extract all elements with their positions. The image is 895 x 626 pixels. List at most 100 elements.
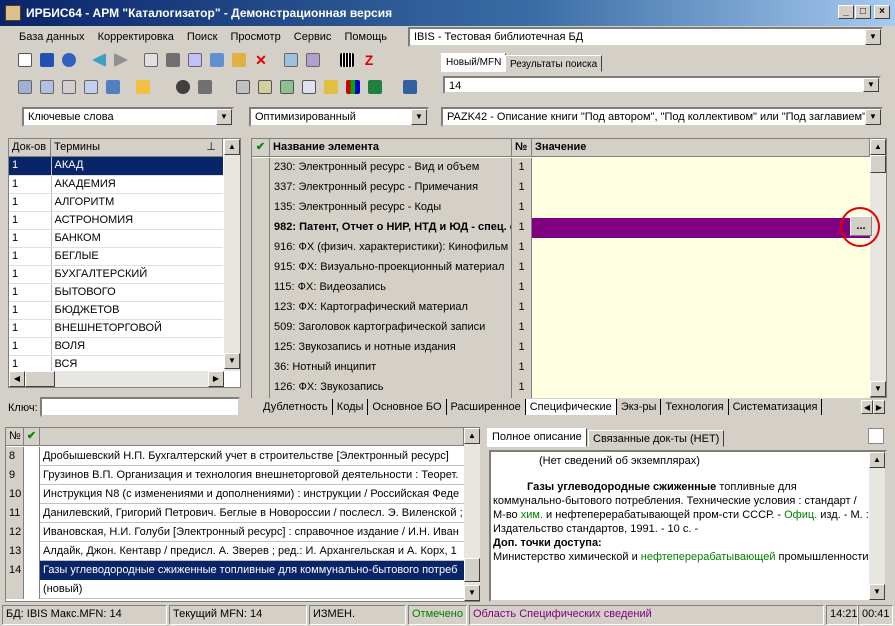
- field-value[interactable]: [532, 198, 870, 218]
- tab-new-mfn[interactable]: Новый/MFN: [441, 53, 507, 72]
- field-row[interactable]: 123: ФХ: Картографический материал 1: [252, 298, 870, 318]
- pin-icon[interactable]: ⊥: [206, 139, 216, 156]
- field-row[interactable]: 982: Патент, Отчет о НИР, НТД и ЮД - спе…: [252, 218, 870, 238]
- term-row[interactable]: 1 АКАД: [9, 157, 223, 176]
- maximize-button[interactable]: □: [855, 5, 871, 19]
- field-check[interactable]: [252, 378, 270, 398]
- field-value[interactable]: [532, 238, 870, 258]
- field-value[interactable]: [532, 318, 870, 338]
- field-check[interactable]: [252, 158, 270, 178]
- menu-help[interactable]: Помощь: [340, 26, 393, 48]
- field-value[interactable]: [532, 178, 870, 198]
- chevron-down-icon[interactable]: ▼: [863, 78, 879, 92]
- description-link-official[interactable]: Офиц.: [784, 509, 817, 521]
- fields-scrollbar[interactable]: ▲ ▼: [870, 139, 886, 397]
- scroll-up-icon[interactable]: ▲: [464, 428, 480, 444]
- field-check[interactable]: [252, 298, 270, 318]
- catalog-folder-icon[interactable]: [322, 78, 340, 96]
- mail-icon[interactable]: [60, 78, 78, 96]
- search-advanced-icon[interactable]: [38, 78, 56, 96]
- search-dict-icon[interactable]: [16, 78, 34, 96]
- term-row[interactable]: 1 БАНКОМ: [9, 229, 223, 248]
- record-row[interactable]: 10 Инструкция N8 (с изменениями и дополне…: [6, 485, 464, 504]
- hscroll-thumb[interactable]: [25, 371, 55, 387]
- paste-icon[interactable]: [186, 51, 204, 69]
- field-row[interactable]: 337: Электронный ресурс - Примечания 1: [252, 178, 870, 198]
- tabs-left-icon[interactable]: ◀: [861, 400, 873, 414]
- copy-record-icon[interactable]: [142, 51, 160, 69]
- close-button[interactable]: ×: [874, 5, 890, 19]
- field-check[interactable]: [252, 318, 270, 338]
- field-check[interactable]: [252, 338, 270, 358]
- scroll-right-icon[interactable]: ▶: [208, 371, 224, 387]
- export-icon[interactable]: [304, 51, 322, 69]
- chevron-down-icon[interactable]: ▼: [865, 29, 881, 45]
- dictionary-hscrollbar[interactable]: ◀ ▶: [9, 371, 224, 387]
- field-row[interactable]: 509: Заголовок картографической записи 1: [252, 318, 870, 338]
- scroll-up-icon[interactable]: ▲: [224, 139, 240, 155]
- tab-extended[interactable]: Расширенное: [447, 399, 526, 415]
- field-row[interactable]: 135: Электронный ресурс - Коды 1: [252, 198, 870, 218]
- forward-arrow-icon[interactable]: [112, 51, 130, 69]
- column-terms[interactable]: Термины ⊥: [51, 139, 223, 157]
- barcode-icon[interactable]: [338, 51, 356, 69]
- term-row[interactable]: 1 АЛГОРИТМ: [9, 193, 223, 212]
- column-value[interactable]: Значение: [532, 139, 870, 157]
- term-row[interactable]: 1 ВНЕШНЕТОРГОВОЙ: [9, 319, 223, 338]
- scroll-down-icon[interactable]: ▼: [870, 381, 886, 397]
- field-check[interactable]: [252, 358, 270, 378]
- tab-full-description[interactable]: Полное описание: [487, 428, 587, 447]
- statistics-icon[interactable]: [344, 78, 362, 96]
- access-point-link[interactable]: нефтеперерабатывающей: [641, 551, 776, 563]
- record-check[interactable]: [24, 561, 40, 580]
- field-row[interactable]: 36: Нотный инципит 1: [252, 358, 870, 378]
- check-header-icon[interactable]: ✔: [24, 428, 40, 446]
- search-previous-icon[interactable]: [82, 78, 100, 96]
- field-value[interactable]: [532, 298, 870, 318]
- print-forms-icon[interactable]: [278, 78, 296, 96]
- tab-technology[interactable]: Технология: [661, 399, 729, 415]
- term-row[interactable]: 1 АКАДЕМИЯ: [9, 175, 223, 194]
- field-value[interactable]: [532, 358, 870, 378]
- edit-pencil-icon[interactable]: [230, 51, 248, 69]
- vscroll-thumb[interactable]: [464, 558, 480, 582]
- description-scrollbar[interactable]: ▲ ▼: [869, 452, 885, 600]
- tab-duplicates[interactable]: Дублетность: [251, 399, 333, 415]
- list-icon[interactable]: [104, 78, 122, 96]
- menu-database[interactable]: База данных: [14, 26, 90, 48]
- back-arrow-icon[interactable]: [90, 51, 108, 69]
- field-value[interactable]: [532, 218, 870, 238]
- help-book-icon[interactable]: [401, 78, 419, 96]
- ellipsis-button[interactable]: ...: [850, 216, 872, 236]
- dictionary-type-select[interactable]: Ключевые слова ▼: [22, 107, 234, 127]
- records-scrollbar[interactable]: ▲ ▼: [464, 428, 480, 601]
- field-row[interactable]: 916: ФХ (физич. характеристики): Кинофил…: [252, 238, 870, 258]
- eraser-icon[interactable]: [134, 78, 152, 96]
- optimization-select[interactable]: Оптимизированный ▼: [249, 107, 429, 127]
- excel-icon[interactable]: [366, 78, 384, 96]
- tab-codes[interactable]: Коды: [333, 399, 369, 415]
- view-icon[interactable]: [174, 78, 192, 96]
- field-value[interactable]: [532, 278, 870, 298]
- scroll-down-icon[interactable]: ▼: [224, 353, 240, 369]
- minimize-button[interactable]: _: [838, 5, 854, 19]
- tab-systematization[interactable]: Систематизация: [729, 399, 823, 415]
- tab-linked-docs[interactable]: Связанные док-ты (НЕТ): [588, 430, 725, 447]
- scroll-up-icon[interactable]: ▲: [869, 452, 885, 468]
- term-row[interactable]: 1 АСТРОНОМИЯ: [9, 211, 223, 230]
- scroll-up-icon[interactable]: ▲: [870, 139, 886, 155]
- mfn-input[interactable]: 14 ▼: [443, 76, 881, 94]
- field-value[interactable]: [532, 258, 870, 278]
- record-row[interactable]: 8 Дробышевский Н.П. Бухгалтерский учет в …: [6, 447, 464, 466]
- term-row[interactable]: 1 БУХГАЛТЕРСКИЙ: [9, 265, 223, 284]
- menu-edit[interactable]: Корректировка: [93, 26, 179, 48]
- folder-icon[interactable]: [196, 78, 214, 96]
- menu-view[interactable]: Просмотр: [225, 26, 285, 48]
- record-row[interactable]: 12 Ивановская, Н.И. Голуби [Электронный р…: [6, 523, 464, 542]
- field-check[interactable]: [252, 258, 270, 278]
- field-check[interactable]: [252, 278, 270, 298]
- menu-service[interactable]: Сервис: [289, 26, 337, 48]
- field-check[interactable]: [252, 198, 270, 218]
- field-row[interactable]: 125: Звукозапись и нотные издания 1: [252, 338, 870, 358]
- field-value[interactable]: [532, 158, 870, 178]
